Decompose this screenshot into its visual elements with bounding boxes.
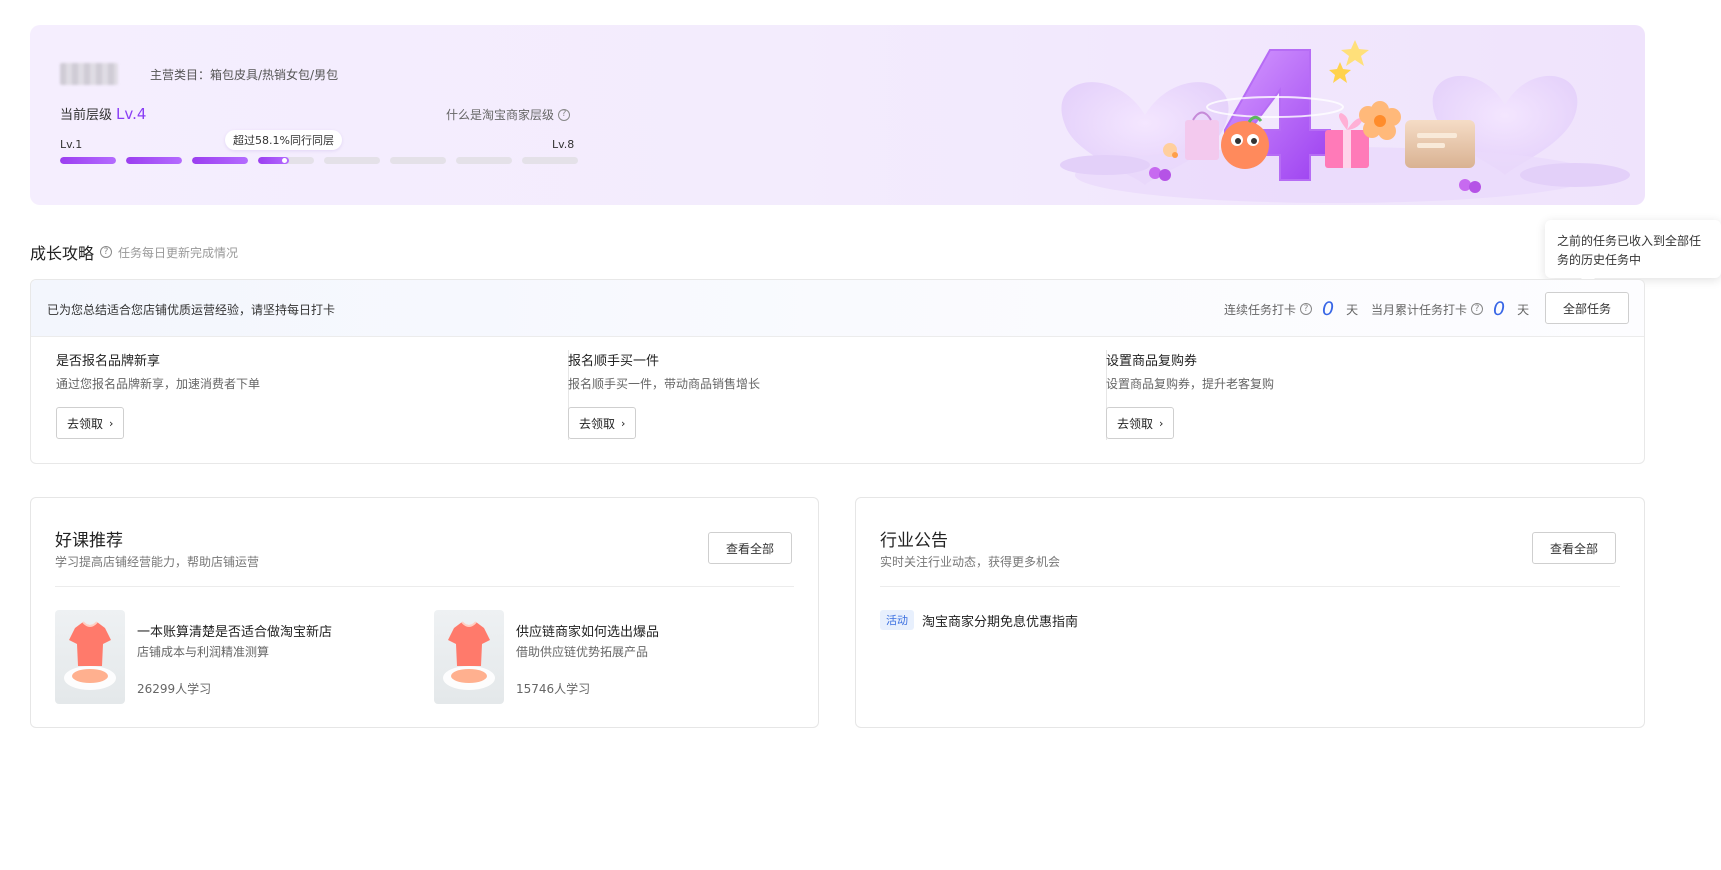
course-item[interactable]: 一本账算清楚是否适合做淘宝新店 店铺成本与利润精准测算 26299人学习 xyxy=(55,610,395,704)
level-segment xyxy=(390,157,446,164)
level-progress-bar xyxy=(60,157,578,164)
chevron-right-icon: › xyxy=(109,416,114,430)
course-item[interactable]: 供应链商家如何选出爆品 借助供应链优势拓展产品 15746人学习 xyxy=(434,610,774,704)
task-desc: 通过您报名品牌新享，加速消费者下单 xyxy=(56,377,261,391)
level-segment xyxy=(324,157,380,164)
task-name: 是否报名品牌新享 xyxy=(56,354,161,369)
announcement-item[interactable]: 活动 淘宝商家分期免息优惠指南 xyxy=(880,610,1078,630)
question-icon[interactable]: ? xyxy=(1300,303,1313,315)
claim-button[interactable]: 去领取 › xyxy=(568,407,637,439)
course-desc: 借助供应链优势拓展产品 xyxy=(516,645,649,659)
month-unit: 天 xyxy=(1517,302,1530,317)
course-learner-count: 15746人学习 xyxy=(516,682,591,696)
level-segment xyxy=(522,157,578,164)
tshirt-icon xyxy=(64,621,116,690)
task-header-message: 已为您总结适合您店铺优质运营经验，请坚持每日打卡 xyxy=(47,303,336,317)
level-segment xyxy=(258,157,314,164)
divider xyxy=(880,586,1620,587)
level-segment xyxy=(126,157,182,164)
claim-label: 去领取 xyxy=(579,416,616,431)
chevron-right-icon: › xyxy=(1159,416,1164,430)
announcement-view-all-button[interactable]: 查看全部 xyxy=(1532,532,1616,564)
streak-stat: 连续任务打卡 ? 0 天 xyxy=(1224,298,1358,320)
announcement-panel-title: 行业公告 xyxy=(880,531,948,551)
what-is-level-text: 什么是淘宝商家层级 xyxy=(446,108,555,122)
course-view-all-button[interactable]: 查看全部 xyxy=(708,532,792,564)
task-list: 是否报名品牌新享 通过您报名品牌新享，加速消费者下单 去领取 › 报名顺手买一件 … xyxy=(31,337,1644,463)
all-tasks-button[interactable]: 全部任务 xyxy=(1545,292,1629,324)
streak-value: 0 xyxy=(1322,298,1335,320)
streak-label: 连续任务打卡 xyxy=(1224,302,1297,317)
claim-label: 去领取 xyxy=(67,416,104,431)
history-tasks-tooltip: 之前的任务已收入到全部任务的历史任务中 xyxy=(1545,220,1721,278)
month-label: 当月累计任务打卡 xyxy=(1371,302,1468,317)
level-segment xyxy=(192,157,248,164)
course-thumbnail xyxy=(434,610,504,704)
claim-label: 去领取 xyxy=(1117,416,1154,431)
growth-section-header: 成长攻略 ? 任务每日更新完成情况 xyxy=(30,240,238,264)
level-segment xyxy=(456,157,512,164)
level-progress-marker xyxy=(281,158,287,163)
question-icon[interactable]: ? xyxy=(1471,303,1484,315)
level-4-illustration xyxy=(1060,40,1630,203)
task-desc: 设置商品复购券，提升老客复购 xyxy=(1106,377,1275,391)
claim-button[interactable]: 去领取 › xyxy=(56,407,125,439)
task-item: 报名顺手买一件 报名顺手买一件，带动商品销售增长 去领取 › xyxy=(543,337,1063,463)
course-learner-count: 26299人学习 xyxy=(137,682,212,696)
level-segment xyxy=(60,157,116,164)
growth-title: 成长攻略 xyxy=(30,244,95,263)
current-level-label: 当前层级 xyxy=(60,108,113,123)
course-desc: 店铺成本与利润精准测算 xyxy=(137,645,270,659)
main-category: 主营类目：箱包皮具/热销女包/男包 xyxy=(150,68,339,82)
level-banner: 主营类目：箱包皮具/热销女包/男包 当前层级 Lv.4 什么是淘宝商家层级 ? L… xyxy=(30,25,1645,205)
claim-button[interactable]: 去领取 › xyxy=(1106,407,1175,439)
task-item: 是否报名品牌新享 通过您报名品牌新享，加速消费者下单 去领取 › xyxy=(31,337,551,463)
announcement-panel-subtitle: 实时关注行业动态，获得更多机会 xyxy=(880,555,1061,569)
level-segment-fill xyxy=(192,157,248,164)
month-stat: 当月累计任务打卡 ? 0 天 xyxy=(1371,298,1529,320)
question-icon[interactable]: ? xyxy=(100,246,113,258)
activity-tag: 活动 xyxy=(880,610,914,630)
streak-unit: 天 xyxy=(1346,302,1359,317)
level-max-label: Lv.8 xyxy=(552,138,575,151)
course-panel-title: 好课推荐 xyxy=(55,531,123,551)
course-panel-subtitle: 学习提高店铺经营能力，帮助店铺运营 xyxy=(55,555,260,569)
chevron-right-icon: › xyxy=(621,416,626,430)
growth-subtitle: 任务每日更新完成情况 xyxy=(118,245,239,260)
course-recommend-panel: 好课推荐 学习提高店铺经营能力，帮助店铺运营 查看全部 一本账算清楚是否适合做淘… xyxy=(30,497,819,728)
course-thumbnail xyxy=(55,610,125,704)
course-name: 供应链商家如何选出爆品 xyxy=(516,625,660,640)
task-item: 设置商品复购券 设置商品复购券，提升老客复购 去领取 › xyxy=(1081,337,1601,463)
industry-announcement-panel: 行业公告 实时关注行业动态，获得更多机会 查看全部 活动 淘宝商家分期免息优惠指… xyxy=(855,497,1645,728)
shop-name-blurred xyxy=(60,63,118,85)
divider xyxy=(55,586,794,587)
level-segment-fill xyxy=(60,157,116,164)
tshirt-icon xyxy=(443,621,495,690)
announcement-text: 淘宝商家分期免息优惠指南 xyxy=(922,614,1079,630)
task-desc: 报名顺手买一件，带动商品销售增长 xyxy=(568,377,761,391)
level-segment-fill xyxy=(126,157,182,164)
course-name: 一本账算清楚是否适合做淘宝新店 xyxy=(137,625,333,640)
level-min-label: Lv.1 xyxy=(60,138,83,151)
task-name: 设置商品复购券 xyxy=(1106,354,1198,369)
current-level-value: Lv.4 xyxy=(116,105,147,123)
what-is-level-link[interactable]: 什么是淘宝商家层级 ? xyxy=(446,106,571,123)
progress-tooltip: 超过58.1%同行同层 xyxy=(225,130,342,150)
current-level: 当前层级 Lv.4 xyxy=(60,104,146,123)
question-icon: ? xyxy=(558,108,571,121)
task-card: 已为您总结适合您店铺优质运营经验，请坚持每日打卡 连续任务打卡 ? 0 天 当月… xyxy=(30,279,1645,464)
task-name: 报名顺手买一件 xyxy=(568,354,660,369)
month-value: 0 xyxy=(1493,298,1506,320)
task-card-header: 已为您总结适合您店铺优质运营经验，请坚持每日打卡 连续任务打卡 ? 0 天 当月… xyxy=(31,280,1644,337)
